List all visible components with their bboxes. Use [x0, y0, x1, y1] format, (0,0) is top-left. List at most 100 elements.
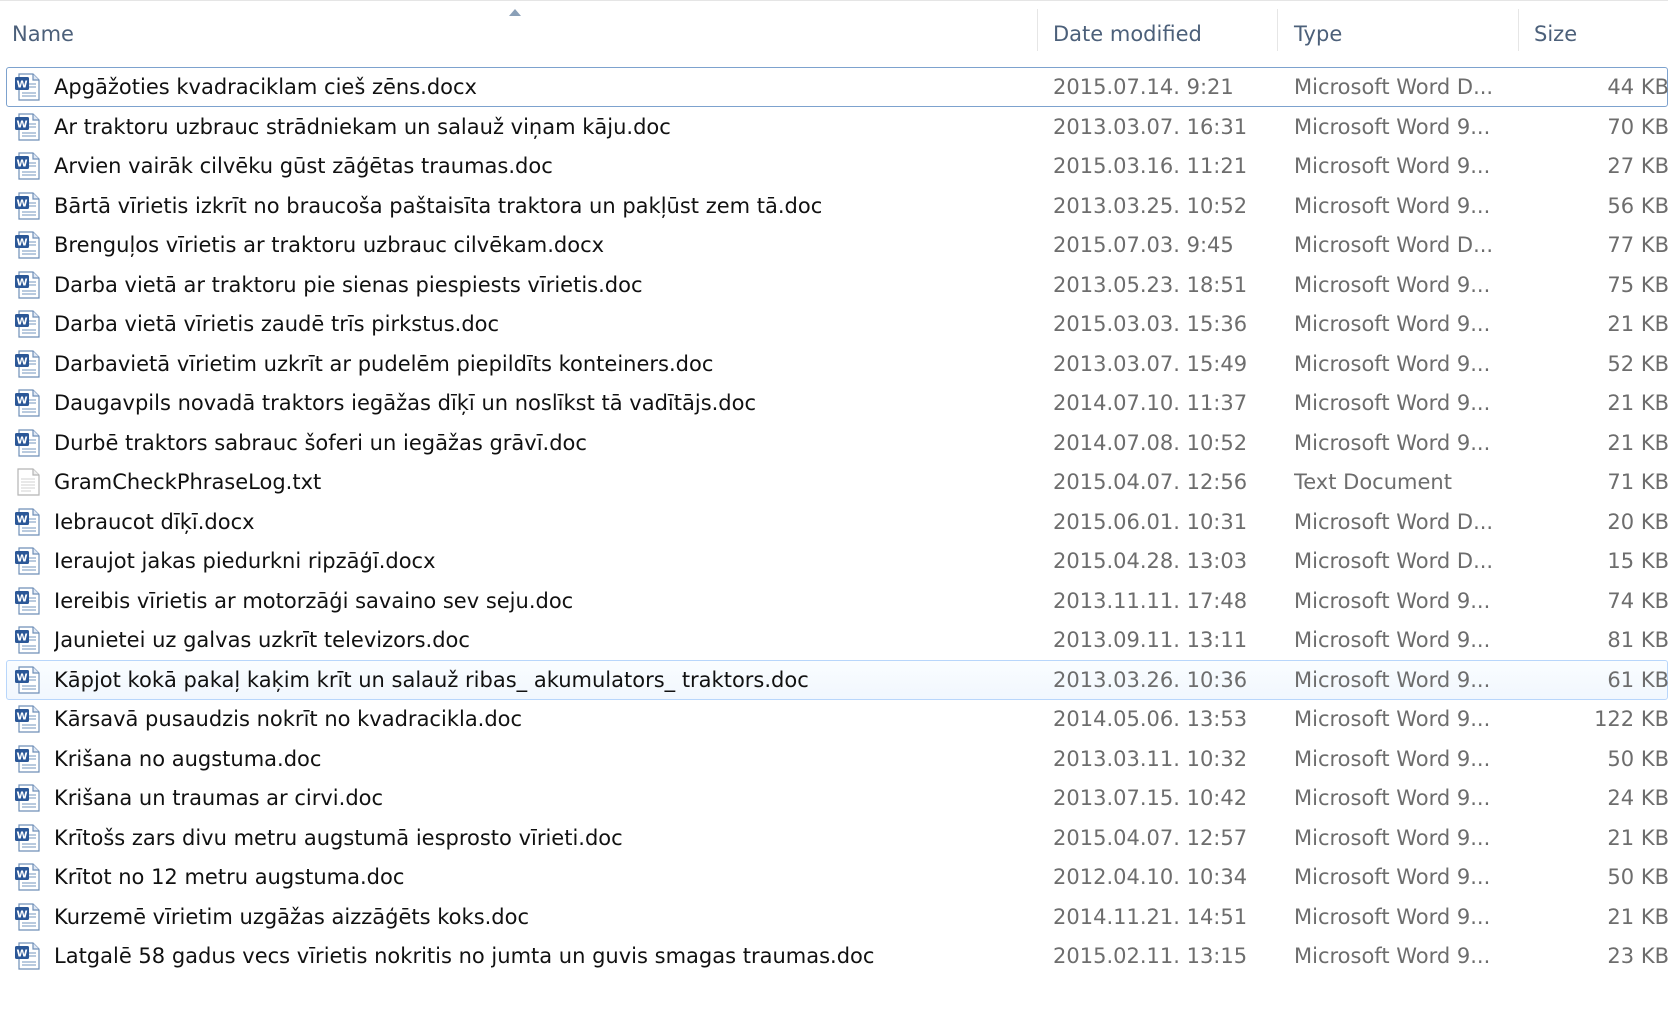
file-name: Brenguļos vīrietis ar traktoru uzbrauc c… [54, 233, 605, 257]
file-size: 50 KB [1607, 746, 1668, 771]
file-date-modified: 2015.03.03. 15:36 [1053, 312, 1248, 336]
file-row[interactable]: W Krišana un traumas ar cirvi.doc 2013.07… [6, 778, 1668, 818]
svg-text:W: W [16, 554, 27, 565]
file-date-modified: 2015.07.14. 9:21 [1053, 75, 1234, 99]
file-row[interactable]: W Brenguļos vīrietis ar traktoru uzbrauc… [6, 225, 1668, 265]
file-name: Bārtā vīrietis izkrīt no braucoša paštai… [54, 193, 823, 218]
file-date-modified: 2015.07.03. 9:45 [1053, 233, 1234, 257]
file-type: Microsoft Word 9... [1294, 667, 1491, 692]
word-doc-icon: W [14, 626, 42, 654]
svg-text:W: W [16, 791, 27, 802]
word-doc-icon: W [14, 389, 42, 417]
file-date-modified: 2013.07.15. 10:42 [1053, 786, 1248, 810]
file-row[interactable]: W Ar traktoru uzbrauc strādniekam un sal… [6, 107, 1668, 147]
word-doc-icon: W [14, 73, 42, 101]
file-type: Microsoft Word 9... [1294, 588, 1491, 613]
word-doc-icon: W [14, 586, 42, 615]
svg-text:W: W [16, 870, 27, 881]
file-size: 24 KB [1607, 786, 1668, 810]
file-type: Microsoft Word 9... [1294, 312, 1491, 336]
file-row[interactable]: W Darba vietā vīrietis zaudē trīs pirkst… [6, 304, 1668, 344]
file-type: Microsoft Word 9... [1294, 430, 1491, 455]
file-size: 21 KB [1607, 825, 1668, 850]
file-type: Text Document [1294, 470, 1452, 494]
word-doc-icon: W [14, 231, 42, 259]
file-type: Microsoft Word 9... [1294, 114, 1491, 139]
file-row[interactable]: W Kāpjot kokā pakaļ kaķim krīt un salauž… [6, 659, 1668, 700]
file-row[interactable]: W Durbē traktors sabrauc šoferi un iegāž… [6, 423, 1668, 463]
file-row[interactable]: W Krišana no augstuma.doc 2013.03.11. 10:… [6, 739, 1668, 779]
svg-text:W: W [16, 198, 27, 209]
file-row[interactable]: W Bārtā vīrietis izkrīt no braucoša pašt… [6, 186, 1668, 226]
file-row[interactable]: W Latgalē 58 gadus vecs vīrietis nokriti… [6, 936, 1668, 976]
file-name: Ieraujot jakas piedurkni ripzāģī.docx [54, 549, 436, 573]
file-type: Microsoft Word D... [1294, 549, 1494, 573]
file-type: Microsoft Word 9... [1294, 154, 1491, 178]
svg-text:W: W [16, 356, 27, 367]
svg-text:W: W [16, 830, 27, 841]
file-name: Darbavietā vīrietim uzkrīt ar pudelēm pi… [54, 351, 714, 376]
svg-text:W: W [16, 277, 27, 288]
file-size: 20 KB [1607, 509, 1668, 534]
file-name: Kāpjot kokā pakaļ kaķim krīt un salauž r… [54, 667, 809, 692]
column-header-date[interactable]: Date modified [1041, 1, 1277, 67]
file-row[interactable]: W Krītot no 12 metru augstuma.doc 2012.04… [6, 857, 1668, 897]
file-row[interactable]: W Kurzemē vīrietim uzgāžas aizzāģēts kok… [6, 897, 1668, 937]
word-doc-icon: W [14, 428, 42, 457]
column-divider[interactable] [1518, 9, 1519, 51]
svg-text:W: W [16, 949, 27, 960]
file-name: Krišana no augstuma.doc [54, 746, 322, 771]
file-row[interactable]: W Arvien vairāk cilvēku gūst zāģētas tra… [6, 146, 1668, 186]
file-date-modified: 2013.03.26. 10:36 [1053, 667, 1248, 692]
file-date-modified: 2013.03.07. 15:49 [1053, 351, 1248, 376]
file-size: 44 KB [1607, 75, 1668, 99]
file-size: 77 KB [1607, 233, 1668, 257]
svg-text:W: W [16, 317, 27, 328]
svg-text:W: W [16, 672, 27, 683]
svg-text:W: W [16, 238, 27, 249]
file-date-modified: 2015.03.16. 11:21 [1053, 154, 1248, 178]
column-divider[interactable] [1277, 9, 1278, 51]
file-row[interactable]: W Krītošs zars divu metru augstumā iespr… [6, 818, 1668, 858]
svg-text:W: W [16, 119, 27, 130]
column-header-type[interactable]: Type [1282, 1, 1518, 67]
file-type: Microsoft Word 9... [1294, 391, 1491, 415]
file-name: Arvien vairāk cilvēku gūst zāģētas traum… [54, 154, 553, 178]
word-doc-icon: W [14, 507, 42, 536]
file-type: Microsoft Word D... [1294, 233, 1494, 257]
file-type: Microsoft Word 9... [1294, 786, 1491, 810]
word-doc-icon: W [14, 310, 42, 338]
file-date-modified: 2013.09.11. 13:11 [1053, 628, 1248, 652]
svg-text:W: W [16, 396, 27, 407]
file-row[interactable]: W Daugavpils novadā traktors iegāžas dīķ… [6, 383, 1668, 423]
file-row[interactable]: W Iebraucot dīķī.docx 2015.06.01. 10:31 Mi… [6, 502, 1668, 542]
file-type: Microsoft Word 9... [1294, 865, 1491, 889]
svg-text:W: W [16, 633, 27, 644]
file-row[interactable]: W Ieraujot jakas piedurkni ripzāģī.docx 2… [6, 541, 1668, 581]
file-row[interactable]: W Jaunietei uz galvas uzkrīt televizors.… [6, 620, 1668, 660]
column-header-name[interactable]: Name [0, 1, 1037, 67]
column-header-size-label: Size [1534, 22, 1578, 46]
word-doc-icon: W [14, 112, 42, 141]
file-size: 75 KB [1607, 272, 1668, 297]
file-size: 122 KB [1594, 707, 1668, 731]
column-header-bar: Name Date modified Type Size [0, 0, 1668, 67]
file-type: Microsoft Word 9... [1294, 707, 1491, 731]
file-date-modified: 2013.11.11. 17:48 [1053, 588, 1248, 613]
file-size: 50 KB [1607, 865, 1668, 889]
file-name: Krītot no 12 metru augstuma.doc [54, 865, 405, 889]
column-header-size[interactable]: Size [1522, 1, 1668, 67]
file-row[interactable]: W Kārsavā pusaudzis nokrīt no kvadracikl… [6, 699, 1668, 739]
file-size: 23 KB [1607, 944, 1668, 968]
file-row[interactable]: W Apgāžoties kvadraciklam cieš zēns.docx… [6, 67, 1668, 107]
file-row[interactable]: W Darba vietā ar traktoru pie sienas pie… [6, 265, 1668, 305]
file-name: Kārsavā pusaudzis nokrīt no kvadracikla.… [54, 707, 523, 731]
file-row[interactable]: GramCheckPhraseLog.txt 2015.04.07. 12:56 T… [6, 462, 1668, 502]
file-date-modified: 2015.04.07. 12:57 [1053, 825, 1248, 850]
file-row[interactable]: W Darbavietā vīrietim uzkrīt ar pudelēm … [6, 344, 1668, 384]
column-divider[interactable] [1037, 9, 1038, 51]
word-doc-icon: W [14, 942, 42, 970]
word-doc-icon: W [14, 784, 42, 812]
file-row[interactable]: W Iereibis vīrietis ar motorzāģi savaino… [6, 581, 1668, 621]
file-date-modified: 2012.04.10. 10:34 [1053, 865, 1248, 889]
